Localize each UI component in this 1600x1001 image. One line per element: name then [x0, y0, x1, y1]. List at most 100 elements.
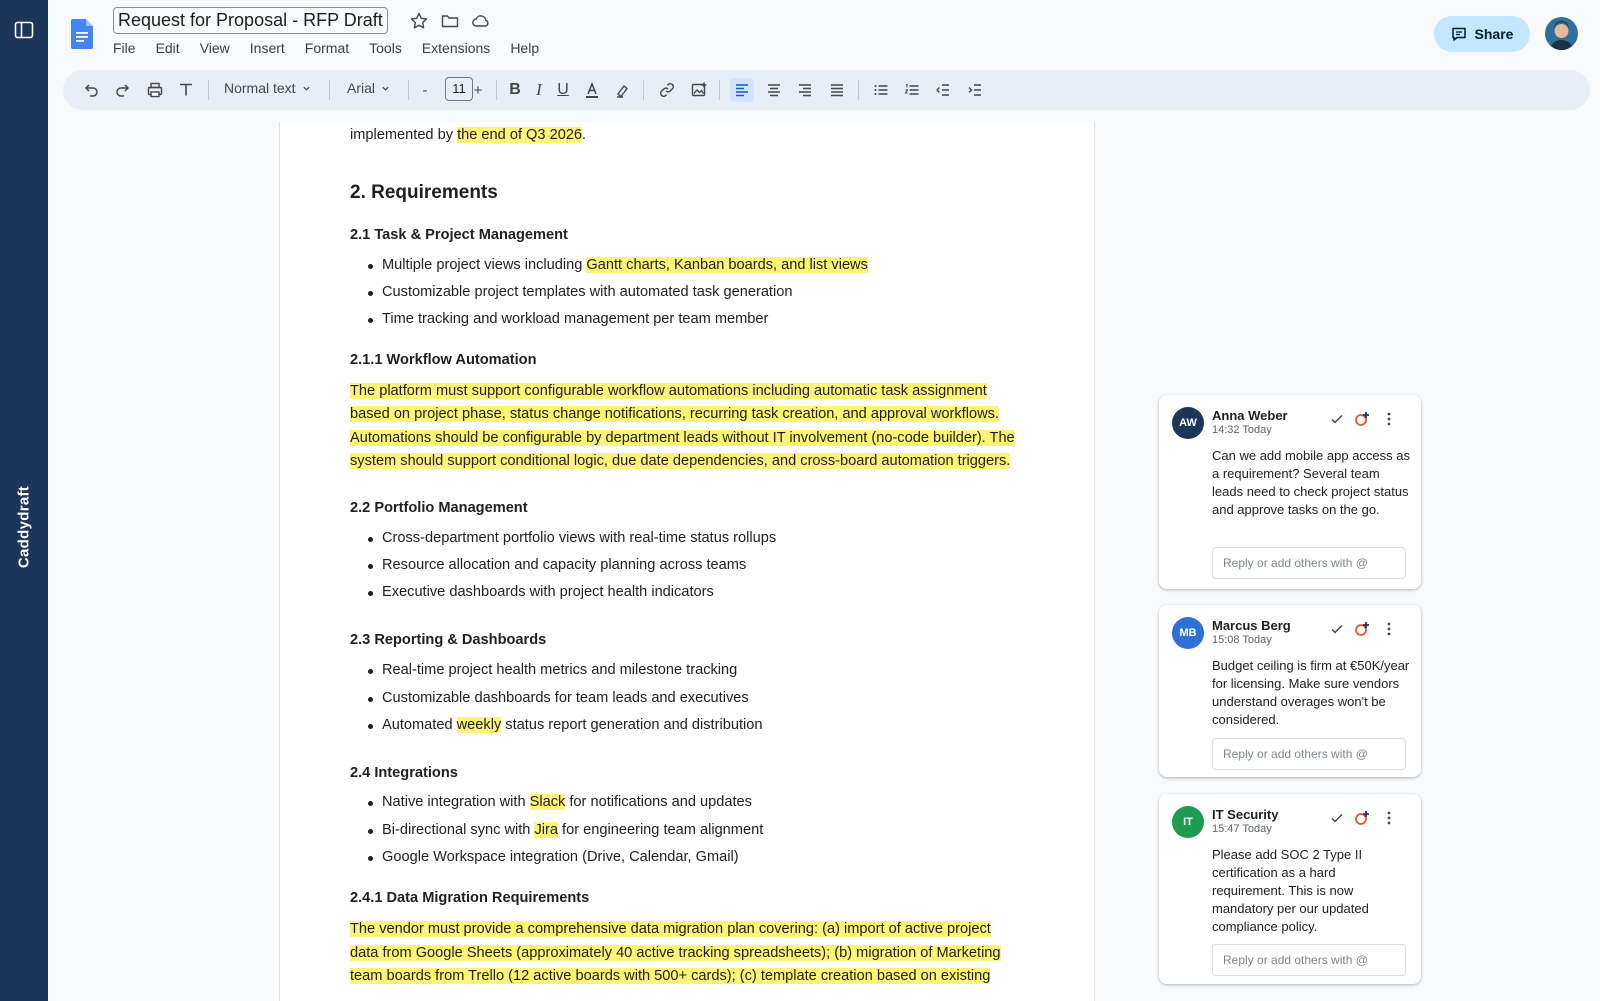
resolve-check-icon[interactable]: [1328, 410, 1346, 428]
bullet-marker: [368, 537, 373, 542]
menu-format[interactable]: Format: [305, 40, 349, 56]
menu-insert[interactable]: Insert: [250, 40, 285, 56]
more-vert-icon[interactable]: [1380, 410, 1398, 428]
align-left-icon[interactable]: [730, 78, 754, 102]
list-item: Automated weekly status report generatio…: [382, 717, 763, 733]
workflow-paragraph-line: Automations should be configurable by de…: [350, 430, 1015, 446]
comment-card[interactable]: AW Anna Weber 14:32 Today Can we add mob…: [1159, 395, 1421, 589]
bullet-marker: [368, 669, 373, 674]
assign-task-icon[interactable]: [1353, 410, 1371, 428]
more-vert-icon[interactable]: [1380, 620, 1398, 638]
resolve-check-icon[interactable]: [1328, 809, 1346, 827]
print-icon[interactable]: [143, 78, 167, 102]
comment-card[interactable]: MB Marcus Berg 15:08 Today Budget ceilin…: [1159, 605, 1421, 777]
toolbar-divider: [496, 80, 497, 100]
font-family-value: Arial: [347, 80, 376, 96]
user-avatar[interactable]: [1545, 17, 1578, 50]
bullet-marker: [368, 564, 373, 569]
heading-requirements: 2. Requirements: [350, 182, 498, 203]
highlight-color-icon[interactable]: [611, 78, 635, 102]
docs-logo-icon[interactable]: [71, 19, 93, 49]
menu-help[interactable]: Help: [510, 40, 539, 56]
decrease-font-size-button[interactable]: -: [413, 78, 437, 102]
reply-input[interactable]: Reply or add others with @: [1212, 738, 1406, 770]
list-item: Google Workspace integration (Drive, Cal…: [382, 849, 739, 865]
bullet-marker: [368, 697, 373, 702]
list-item: Bi-directional sync with Jira for engine…: [382, 822, 764, 838]
bullet-marker: [368, 264, 373, 269]
align-center-icon[interactable]: [762, 78, 786, 102]
highlighted-text: Gantt charts, Kanban boards, and list vi…: [586, 257, 868, 273]
increase-font-size-button[interactable]: +: [466, 78, 490, 102]
comment-share-icon: [1451, 27, 1466, 41]
star-icon[interactable]: [409, 11, 429, 31]
bullet-marker: [368, 856, 373, 861]
bold-icon[interactable]: B: [503, 78, 527, 102]
comment-text: Please add SOC 2 Type II certification a…: [1212, 847, 1369, 934]
toolbar-divider: [643, 80, 644, 100]
app-rail: Caddydraft: [0, 0, 48, 1001]
share-button[interactable]: Share: [1434, 16, 1530, 52]
folder-icon[interactable]: [440, 11, 460, 31]
menu-view[interactable]: View: [200, 40, 230, 56]
paragraph-style-select[interactable]: Normal text: [224, 80, 311, 96]
migration-paragraph-line: team boards from Trello (12 active board…: [350, 968, 991, 984]
menu-extensions[interactable]: Extensions: [422, 40, 490, 56]
bullet-marker: [368, 724, 373, 729]
reply-input[interactable]: Reply or add others with @: [1212, 944, 1406, 976]
workflow-paragraph-line: system should support conditional logic,…: [350, 453, 1011, 469]
insert-image-icon[interactable]: [687, 78, 711, 102]
comment-text: Budget ceiling is firm at €50K/year for …: [1212, 658, 1410, 727]
highlighted-text: Jira: [534, 822, 558, 838]
document-canvas: implemented by the end of Q3 2026. 2. Re…: [48, 122, 1600, 1001]
italic-icon[interactable]: I: [527, 78, 551, 102]
highlighted-text: the end of Q3 2026: [457, 127, 583, 143]
align-justify-icon[interactable]: [825, 78, 849, 102]
cloud-saved-icon[interactable]: [471, 11, 491, 31]
resolve-check-icon[interactable]: [1328, 620, 1346, 638]
comment-timestamp: 14:32 Today: [1212, 424, 1272, 436]
paragraph-style-value: Normal text: [224, 80, 296, 96]
avatar: IT: [1172, 806, 1204, 838]
list-item: Time tracking and workload management pe…: [382, 311, 769, 327]
align-right-icon[interactable]: [793, 78, 817, 102]
underline-icon[interactable]: U: [551, 78, 575, 102]
bulleted-list-icon[interactable]: [869, 78, 893, 102]
assign-task-icon[interactable]: [1353, 809, 1371, 827]
toolbar-divider: [208, 80, 209, 100]
comment-author: Anna Weber: [1212, 408, 1288, 423]
paint-format-icon[interactable]: [174, 78, 198, 102]
heading-integrations: 2.4 Integrations: [350, 765, 458, 781]
redo-icon[interactable]: [111, 78, 135, 102]
font-family-select[interactable]: Arial: [347, 80, 390, 96]
increase-indent-icon[interactable]: [963, 78, 987, 102]
more-vert-icon[interactable]: [1380, 809, 1398, 827]
avatar: MB: [1172, 617, 1204, 649]
heading-task-management: 2.1 Task & Project Management: [350, 227, 568, 243]
list-item: Customizable project templates with auto…: [382, 284, 793, 300]
migration-paragraph-line: data from Google Sheets (approximately 4…: [350, 945, 1001, 961]
menu-tools[interactable]: Tools: [369, 40, 402, 56]
decrease-indent-icon[interactable]: [931, 78, 955, 102]
menu-edit[interactable]: Edit: [156, 40, 180, 56]
numbered-list-icon[interactable]: [900, 78, 924, 102]
text-color-icon[interactable]: [580, 78, 604, 102]
formatting-toolbar: Normal text Arial - 11 + B I U: [63, 70, 1590, 110]
link-icon[interactable]: [655, 78, 679, 102]
comment-author: Marcus Berg: [1212, 618, 1291, 633]
comment-text: Can we add mobile app access as a requir…: [1212, 448, 1411, 517]
chevron-down-icon: [302, 86, 310, 91]
document-page[interactable]: implemented by the end of Q3 2026. 2. Re…: [279, 122, 1095, 1001]
list-item: Native integration with Slack for notifi…: [382, 794, 752, 810]
assign-task-icon[interactable]: [1353, 620, 1371, 638]
workflow-paragraph-line: The platform must support configurable w…: [350, 383, 987, 399]
undo-icon[interactable]: [79, 78, 103, 102]
comment-timestamp: 15:08 Today: [1212, 634, 1272, 646]
bullet-marker: [368, 801, 373, 806]
reply-input[interactable]: Reply or add others with @: [1212, 547, 1406, 579]
sidebar-toggle-icon[interactable]: [14, 20, 34, 40]
menu-file[interactable]: File: [113, 40, 136, 56]
comment-card[interactable]: IT IT Security 15:47 Today Please add SO…: [1159, 794, 1421, 984]
document-title-input[interactable]: Request for Proposal - RFP Draft: [113, 7, 388, 34]
bullet-marker: [368, 829, 373, 834]
